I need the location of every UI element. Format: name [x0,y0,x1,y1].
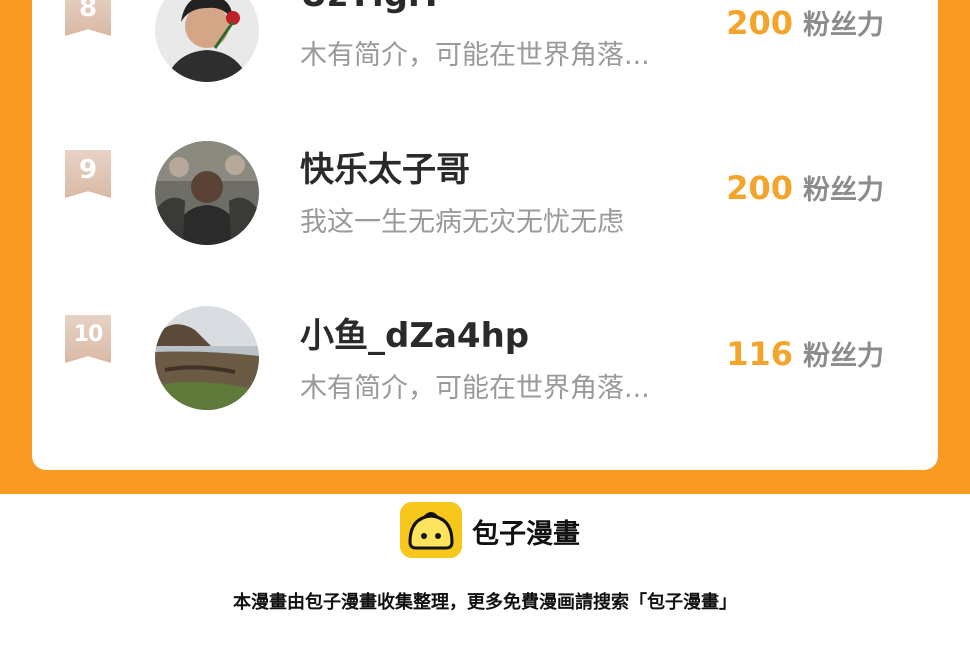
fan-score-unit: 粉丝力 [803,175,884,206]
fan-score: 116 粉丝力 [726,334,884,373]
user-bio: 木有简介，可能在世界角落... [300,40,650,71]
person-with-rose-avatar[interactable] [155,0,259,82]
bun-logo-icon [400,502,462,558]
fan-score-value: 200 [726,4,793,42]
fan-score: 200 粉丝力 [726,168,884,207]
fan-score-unit: 粉丝力 [803,341,884,372]
ranking-row-8[interactable]: 8 UzYigiT 木有简介，可能在世界角落... 200 粉丝力 [32,0,938,105]
brand-name: 包子漫畫 [472,519,580,550]
rank-badge: 8 [65,0,111,36]
coastline-landscape-avatar[interactable] [155,306,259,410]
ranking-row-10[interactable]: 10 小鱼_dZa4hp 木有简介，可能在世界角落... 116 粉丝力 [32,286,938,436]
rank-number: 8 [78,0,98,23]
user-bio: 木有简介，可能在世界角落... [300,373,650,404]
fan-score: 200 粉丝力 [726,3,884,42]
fan-score-unit: 粉丝力 [803,10,884,41]
fan-ranking-card: 8 UzYigiT 木有简介，可能在世界角落... 200 粉丝力 9 [32,0,938,470]
fan-score-value: 200 [726,169,793,207]
user-name[interactable]: UzYigiT [300,0,443,15]
rank-badge: 9 [65,150,111,198]
group-photo-avatar[interactable] [155,141,259,245]
footer-note: 本漫畫由包子漫畫收集整理，更多免費漫画請搜索「包子漫畫」 [233,592,737,613]
rank-number: 9 [78,155,98,185]
ranking-row-9[interactable]: 9 快乐太子哥 我这一生无病无灾无忧无虑 200 粉丝力 [32,120,938,270]
rank-number: 10 [73,322,104,347]
user-name[interactable]: 快乐太子哥 [300,142,470,191]
user-bio: 我这一生无病无灾无忧无虑 [300,207,624,238]
user-name[interactable]: 小鱼_dZa4hp [300,308,529,357]
fan-score-value: 116 [726,335,793,373]
rank-badge: 10 [65,315,111,363]
